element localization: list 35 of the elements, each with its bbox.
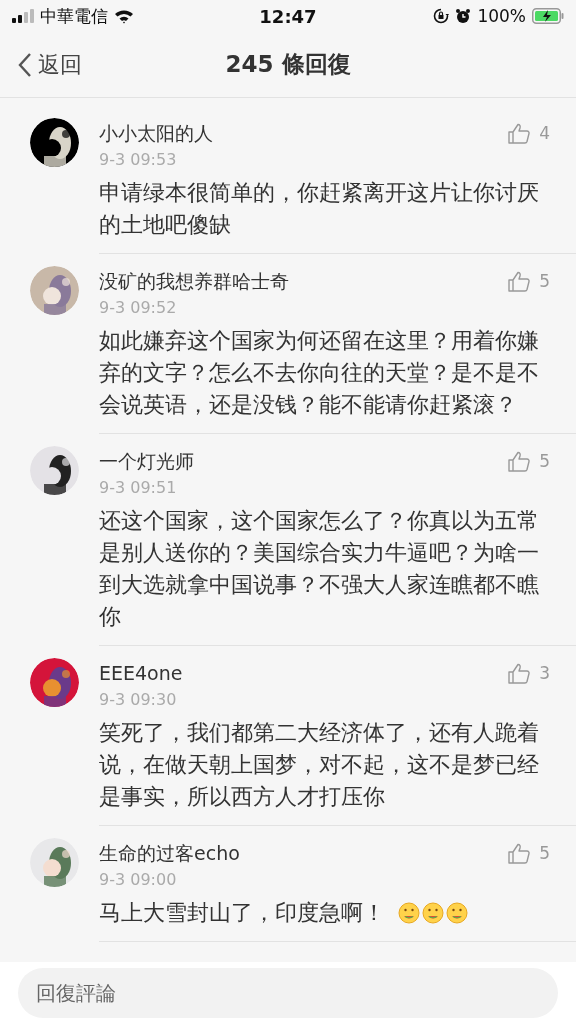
emoji-face-icon [445, 902, 468, 924]
back-button[interactable]: 返回 [18, 50, 82, 80]
emoji-face-icon [421, 902, 444, 924]
signal-icon [12, 9, 34, 23]
comment-time: 9-3 09:52 [99, 297, 178, 319]
thumbs-up-icon [508, 270, 531, 292]
page-title: 245 條回復 [225, 50, 351, 79]
battery-percent: 100% [477, 6, 526, 26]
wifi-icon [114, 8, 134, 24]
user-name[interactable]: 小小太阳的人 [99, 121, 213, 145]
thumbs-up-icon [508, 662, 531, 684]
thumbs-up-icon [508, 842, 531, 864]
clock-time: 12:47 [259, 5, 317, 27]
comment-time: 9-3 09:00 [99, 869, 178, 891]
chevron-left-icon [18, 52, 32, 78]
reply-field[interactable]: 回復評論 [18, 968, 558, 1018]
thumbs-up-icon [508, 450, 531, 472]
comment-text: 申请绿本很简单的，你赶紧离开这片让你讨厌的土地吧傻缺 [99, 180, 539, 237]
alarm-icon [455, 8, 472, 24]
comment-text: 如此嫌弃这个国家为何还留在这里？用着你嫌弃的文字？怎么不去你向往的天堂？是不是不会说英语，还是没钱？能不能请你赶紧滚？ [99, 328, 539, 417]
user-name[interactable]: 没矿的我想养群哈士奇 [99, 269, 289, 293]
user-name[interactable]: 生命的过客echo [99, 841, 240, 865]
rotation-lock-icon [433, 8, 450, 24]
carrier-name: 中華電信 [40, 4, 108, 28]
comment-time: 9-3 09:51 [99, 477, 178, 499]
comment-text: 马上大雪封山了，印度急啊！ [99, 900, 385, 925]
user-name[interactable]: 一个灯光师 [99, 449, 194, 473]
user-name[interactable]: EEE4one [99, 661, 183, 685]
emoji-face-icon [397, 902, 420, 924]
battery-icon [532, 8, 564, 24]
comment-text: 笑死了，我们都第二大经济体了，还有人跪着说，在做天朝上国梦，对不起，这不是梦已经是事实，所以西方人才打压你 [99, 720, 539, 809]
comment-text: 还这个国家，这个国家怎么了？你真以为五常是别人送你的？美国综合实力牛逼吧？为啥一到大选就拿中国说事？不强大人家连瞧都不瞧你 [99, 508, 539, 629]
thumbs-up-icon [508, 122, 531, 144]
comment-time: 9-3 09:30 [99, 689, 178, 711]
comment-time: 9-3 09:53 [99, 149, 178, 171]
